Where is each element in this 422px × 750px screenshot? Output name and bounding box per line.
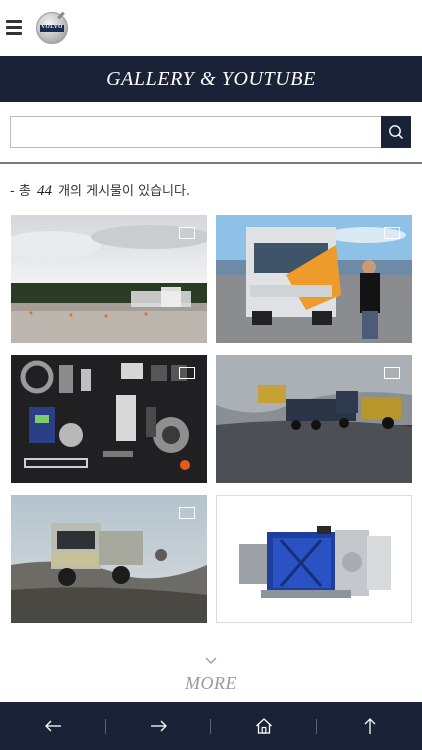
scroll-top-button[interactable] — [317, 702, 422, 750]
bottom-navigation — [0, 702, 422, 750]
section-divider — [0, 162, 422, 164]
expand-icon[interactable] — [384, 367, 400, 379]
volvo-logo[interactable]: VOLVO — [36, 11, 68, 44]
expand-icon[interactable] — [384, 227, 400, 239]
hamburger-menu-icon[interactable] — [6, 20, 22, 35]
logo-wordmark: VOLVO — [41, 24, 63, 30]
gallery-image-truck-parts — [11, 355, 207, 483]
gallery-image-quarry-trucks — [216, 355, 412, 483]
gallery-item[interactable] — [11, 495, 207, 623]
home-icon — [255, 718, 272, 734]
arrow-left-icon — [44, 720, 61, 732]
post-count: - 총 44 개의 게시물이 있습니다. — [10, 180, 190, 200]
expand-icon[interactable] — [179, 367, 195, 379]
page-banner: GALLERY & YOUTUBE — [0, 56, 422, 102]
forward-button[interactable] — [106, 702, 211, 750]
expand-icon[interactable] — [179, 227, 195, 239]
search-icon — [389, 125, 404, 140]
gallery-item[interactable] — [11, 215, 207, 343]
gallery-image-truck-track — [11, 215, 207, 343]
gallery-item[interactable] — [11, 355, 207, 483]
post-count-number: 44 — [36, 183, 52, 199]
top-bar: VOLVO — [0, 0, 422, 56]
search-input[interactable] — [10, 116, 382, 148]
logo-arrow — [57, 11, 65, 20]
post-count-suffix: 개의 게시물이 있습니다. — [58, 184, 191, 199]
gallery-image-offroad-truck — [11, 495, 207, 623]
post-count-prefix: - 총 — [10, 184, 31, 199]
chevron-down-icon — [205, 657, 217, 664]
gallery-item[interactable] — [216, 215, 412, 343]
search-button[interactable] — [381, 116, 411, 148]
arrow-up-icon — [364, 718, 375, 734]
more-button[interactable]: MORE — [0, 652, 422, 694]
page-title: GALLERY & YOUTUBE — [106, 67, 316, 90]
more-label: MORE — [185, 673, 237, 693]
gallery-item[interactable] — [216, 495, 412, 623]
home-button[interactable] — [211, 702, 316, 750]
arrow-right-icon — [150, 720, 167, 732]
gallery-item[interactable] — [216, 355, 412, 483]
expand-icon[interactable] — [179, 507, 195, 519]
gallery-image-custom-truck — [216, 215, 412, 343]
back-button[interactable] — [0, 702, 105, 750]
gallery-image-gearbox — [217, 496, 411, 622]
search-bar — [10, 116, 411, 148]
